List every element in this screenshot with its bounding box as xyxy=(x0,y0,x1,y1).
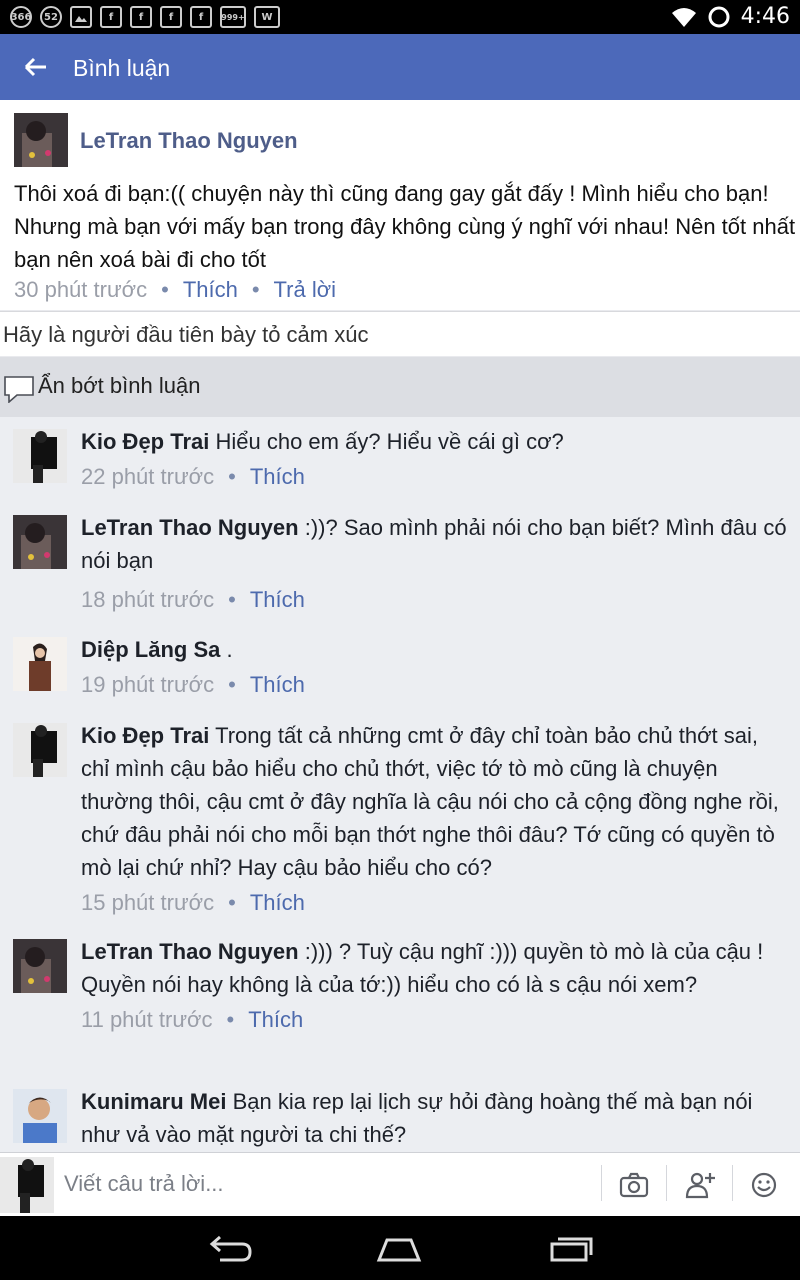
wifi-icon xyxy=(671,7,696,27)
hide-replies-label: Ẩn bớt bình luận xyxy=(38,373,201,398)
reaction-prompt[interactable]: Hãy là người đầu tiên bày tỏ cảm xúc xyxy=(0,311,800,356)
comment-time: 30 phút trước xyxy=(14,277,148,302)
divider xyxy=(666,1165,667,1201)
reply-time: 15 phút trước xyxy=(81,890,215,915)
like-link[interactable]: Thích xyxy=(250,464,305,489)
like-link[interactable]: Thích xyxy=(248,1007,303,1032)
divider xyxy=(601,1165,602,1201)
comment-meta: 30 phút trước • Thích • Trả lời xyxy=(14,277,337,302)
comment-text: Thôi xoá đi bạn:(( chuyện này thì cũng đ… xyxy=(14,181,796,272)
avatar[interactable] xyxy=(13,515,67,569)
notification-icons: 366 52 f f f f 999+ W xyxy=(10,6,280,28)
list-item: Diệp Lăng Sa . 19 phút trước • Thích xyxy=(0,625,800,711)
avatar[interactable] xyxy=(13,429,67,483)
reply-text: Hiểu cho em ấy? Hiểu về cái gì cơ? xyxy=(215,429,564,454)
reply-author[interactable]: Diệp Lăng Sa xyxy=(81,637,220,662)
status-bar: 366 52 f f f f 999+ W 4:46 xyxy=(0,0,800,34)
like-link[interactable]: Thích xyxy=(250,672,305,697)
clock: 4:46 xyxy=(740,4,790,29)
divider xyxy=(732,1165,733,1201)
like-link[interactable]: Thích xyxy=(183,277,238,302)
image-icon xyxy=(70,6,92,28)
avatar[interactable] xyxy=(13,723,67,777)
page-title: Bình luận xyxy=(73,55,171,81)
facebook-icon: f xyxy=(130,6,152,28)
reply-time: 19 phút trước xyxy=(81,672,215,697)
hide-replies-bar[interactable]: Ẩn bớt bình luận xyxy=(0,357,800,417)
avatar xyxy=(0,1157,54,1213)
mention-icon[interactable] xyxy=(684,1169,716,1201)
app-bar: Bình luận xyxy=(0,34,800,100)
list-item: LeTran Thao Nguyen :))? Sao mình phải nó… xyxy=(0,503,800,625)
avatar[interactable] xyxy=(13,637,67,691)
home-icon[interactable] xyxy=(375,1234,423,1264)
w-icon: W xyxy=(254,6,280,28)
like-link[interactable]: Thích xyxy=(250,587,305,612)
back-arrow-icon[interactable] xyxy=(22,54,50,80)
reply-time: 22 phút trước xyxy=(81,464,215,489)
avatar[interactable] xyxy=(13,939,67,993)
recent-apps-icon[interactable] xyxy=(546,1234,594,1264)
reply-composer: Viết câu trả lời... xyxy=(0,1152,800,1216)
avatar[interactable] xyxy=(13,1089,67,1143)
reply-author[interactable]: LeTran Thao Nguyen xyxy=(81,939,299,964)
like-link[interactable]: Thích xyxy=(250,890,305,915)
reply-time: 11 phút trước xyxy=(81,1007,213,1032)
reply-author[interactable]: Kio Đẹp Trai xyxy=(81,723,209,748)
list-item: LeTran Thao Nguyen :))) ? Tuỳ cậu nghĩ :… xyxy=(0,927,800,1077)
original-comment: LeTran Thao Nguyen Thôi xoá đi bạn:(( ch… xyxy=(0,100,800,310)
reply-author[interactable]: LeTran Thao Nguyen xyxy=(81,515,299,540)
comment-bubble-icon xyxy=(4,376,34,403)
reply-text: . xyxy=(226,637,233,662)
camera-icon[interactable] xyxy=(618,1169,650,1201)
sync-icon xyxy=(708,6,730,27)
reply-author[interactable]: Kunimaru Mei xyxy=(81,1089,226,1114)
list-item: Kunimaru Mei Bạn kia rep lại lịch sự hỏi… xyxy=(0,1077,800,1152)
list-item: Kio Đẹp Trai Trong tất cả những cmt ở đâ… xyxy=(0,711,800,927)
reply-author[interactable]: Kio Đẹp Trai xyxy=(81,429,209,454)
emoji-icon[interactable] xyxy=(748,1169,780,1201)
back-icon[interactable] xyxy=(206,1234,254,1264)
reply-list: Kio Đẹp Trai Hiểu cho em ấy? Hiểu về cái… xyxy=(0,417,800,1152)
facebook-icon: f xyxy=(100,6,122,28)
system-nav-bar xyxy=(0,1216,800,1280)
reply-time: 18 phút trước xyxy=(81,587,215,612)
list-item: Kio Đẹp Trai Hiểu cho em ấy? Hiểu về cái… xyxy=(0,417,800,503)
facebook-icon: f xyxy=(160,6,182,28)
comment-author[interactable]: LeTran Thao Nguyen xyxy=(80,128,298,154)
facebook-icon: f xyxy=(190,6,212,28)
notification-count-icon: 52 xyxy=(40,6,62,28)
avatar[interactable] xyxy=(14,113,68,167)
notification-count-icon: 999+ xyxy=(220,6,246,28)
notification-count-icon: 366 xyxy=(10,6,32,28)
reply-input[interactable]: Viết câu trả lời... xyxy=(64,1171,224,1197)
reply-link[interactable]: Trả lời xyxy=(274,277,337,302)
